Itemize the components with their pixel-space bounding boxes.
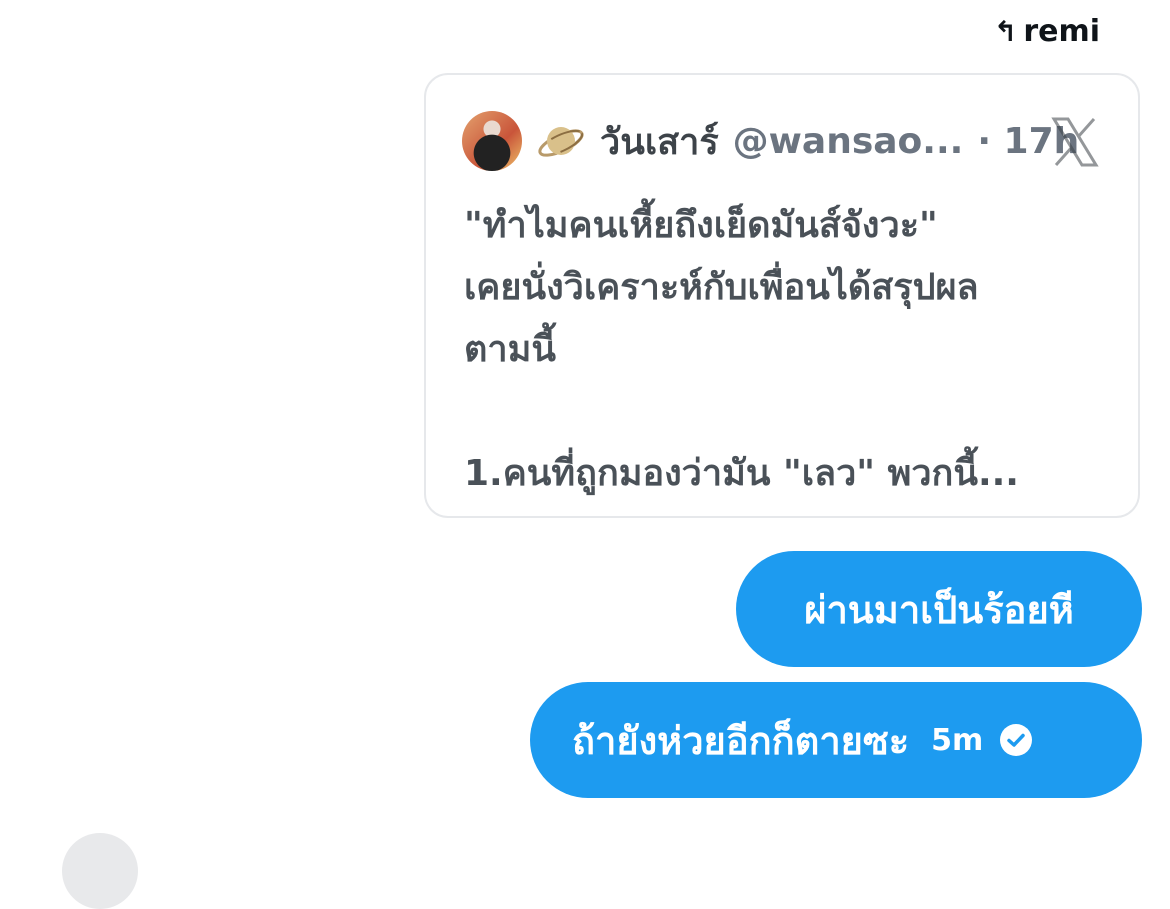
message-time: 5m	[931, 722, 984, 758]
avatar[interactable]	[462, 111, 522, 171]
quoted-tweet-card[interactable]: วันเสาร์ @wansao... · 17h "ทำไมคนเหี้ยถึ…	[424, 73, 1140, 518]
quote-line-gap	[464, 381, 1114, 443]
quote-line: เคยนั่งวิเคราะห์กับเพื่อนได้สรุปผล	[464, 267, 979, 308]
x-logo-icon	[1051, 117, 1099, 167]
check-circle-icon	[1000, 724, 1033, 756]
message-meta: 5m	[931, 723, 1033, 758]
quote-header: วันเสาร์ @wansao... · 17h	[462, 111, 1079, 171]
message-bubble[interactable]: ผ่านมาเป็นร้อยหี	[736, 551, 1142, 667]
quote-author-handle[interactable]: @wansao...	[733, 121, 964, 162]
quote-body: "ทำไมคนเหี้ยถึงเย็ดมันส์จังวะ" เคยนั่งวิ…	[464, 195, 1114, 505]
message-bubble[interactable]: ถ้ายังห่วยอีกก็ตายซะ 5m	[530, 682, 1142, 798]
reply-indicator: ↰ remi	[994, 14, 1100, 49]
reply-to-label: remi	[1023, 14, 1100, 49]
saturn-icon	[538, 127, 584, 157]
sender-avatar-peek	[62, 833, 138, 909]
reply-arrow-icon: ↰	[993, 14, 1018, 48]
quote-line: ตามนี้	[464, 329, 556, 370]
message-text: ถ้ายังห่วยอีกก็ตายซะ	[572, 718, 910, 763]
message-text: ผ่านมาเป็นร้อยหี	[804, 587, 1074, 632]
quote-line: 1.คนที่ถูกมองว่ามัน "เลว" พวกนี้...	[464, 453, 1019, 494]
quote-author-name[interactable]: วันเสาร์	[600, 113, 719, 170]
quote-line: "ทำไมคนเหี้ยถึงเย็ดมันส์จังวะ"	[464, 205, 938, 246]
